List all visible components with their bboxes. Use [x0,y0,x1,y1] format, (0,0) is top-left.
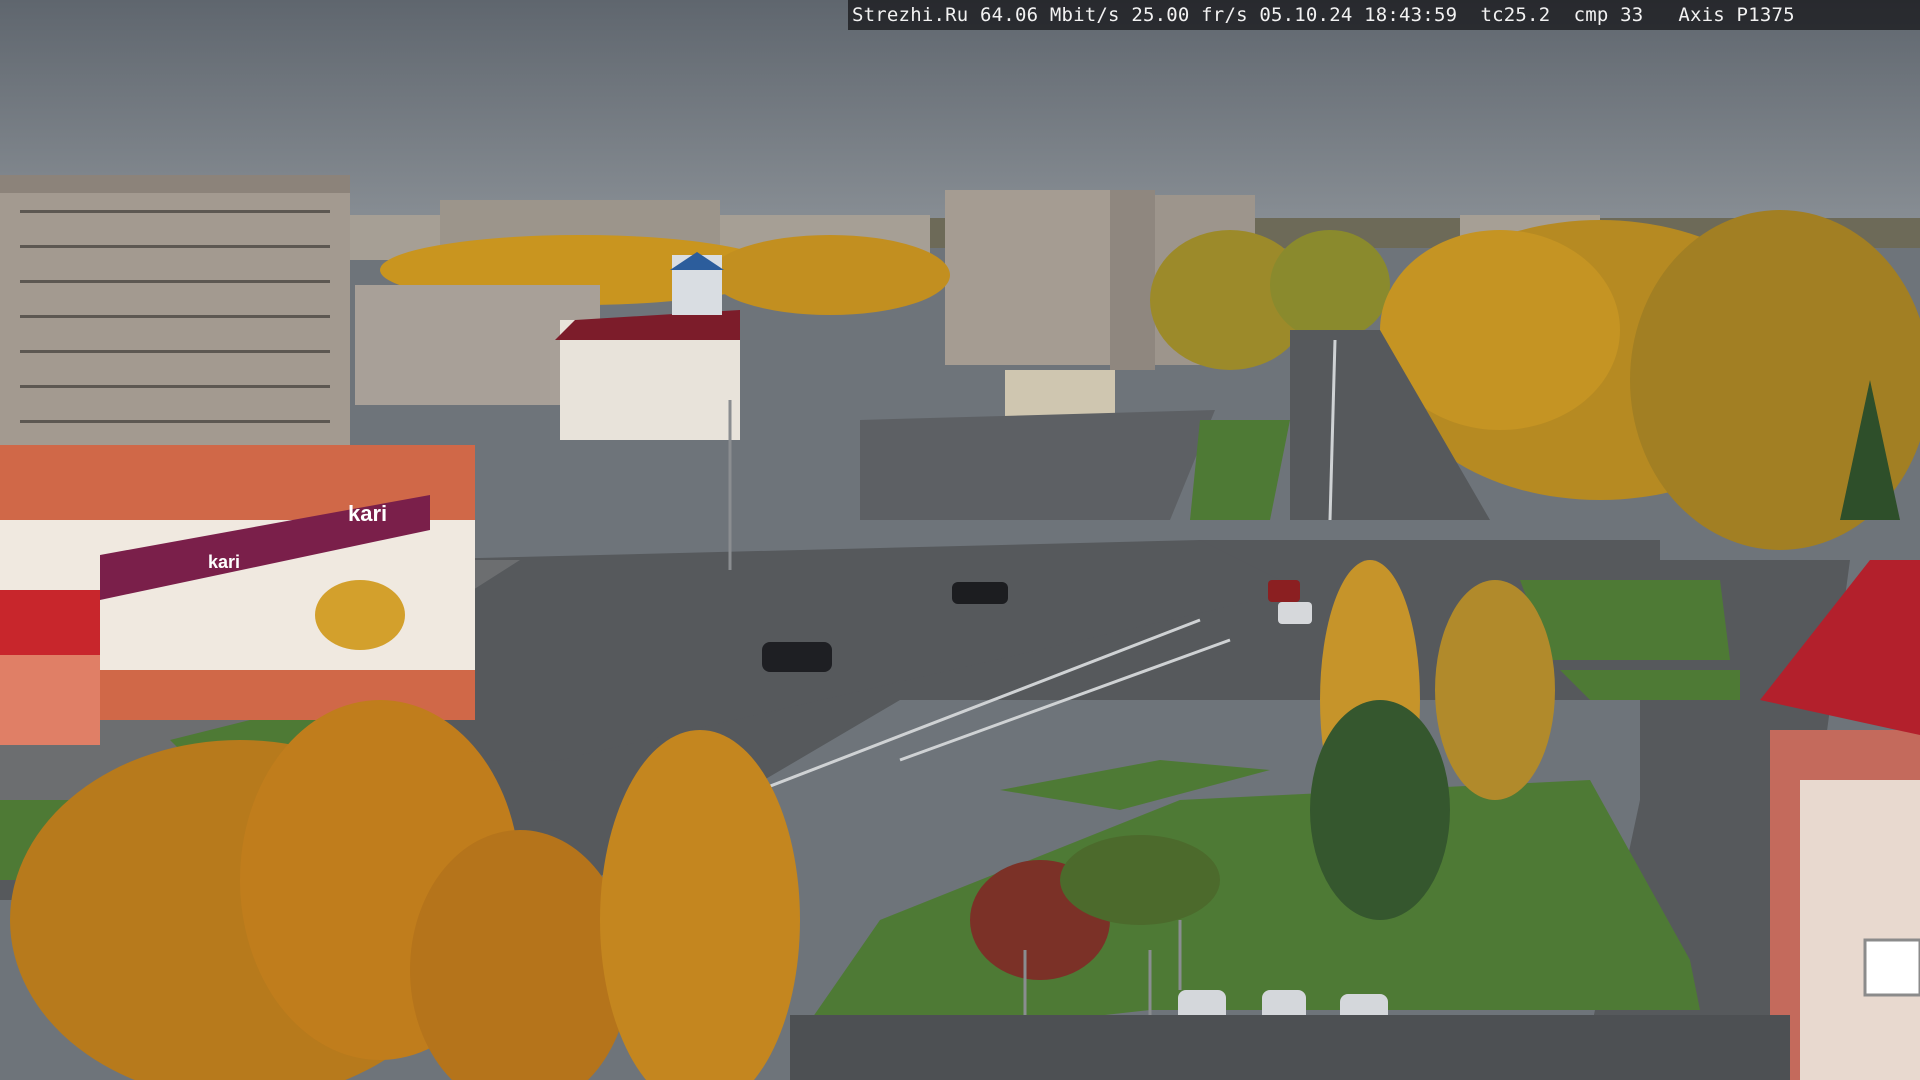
low-building-center [1005,370,1115,420]
retail-building [0,445,475,745]
store-sign-kari-small: kari [208,552,240,572]
parking-strip [790,1015,1790,1080]
camera-info-overlay: Strezhi.Ru 64.06 Mbit/s 25.00 fr/s 05.10… [848,0,1920,30]
store-sign-kari: kari [348,501,387,526]
webcam-scene: kari kari [0,0,1920,1080]
plaza-asphalt [860,410,1215,520]
